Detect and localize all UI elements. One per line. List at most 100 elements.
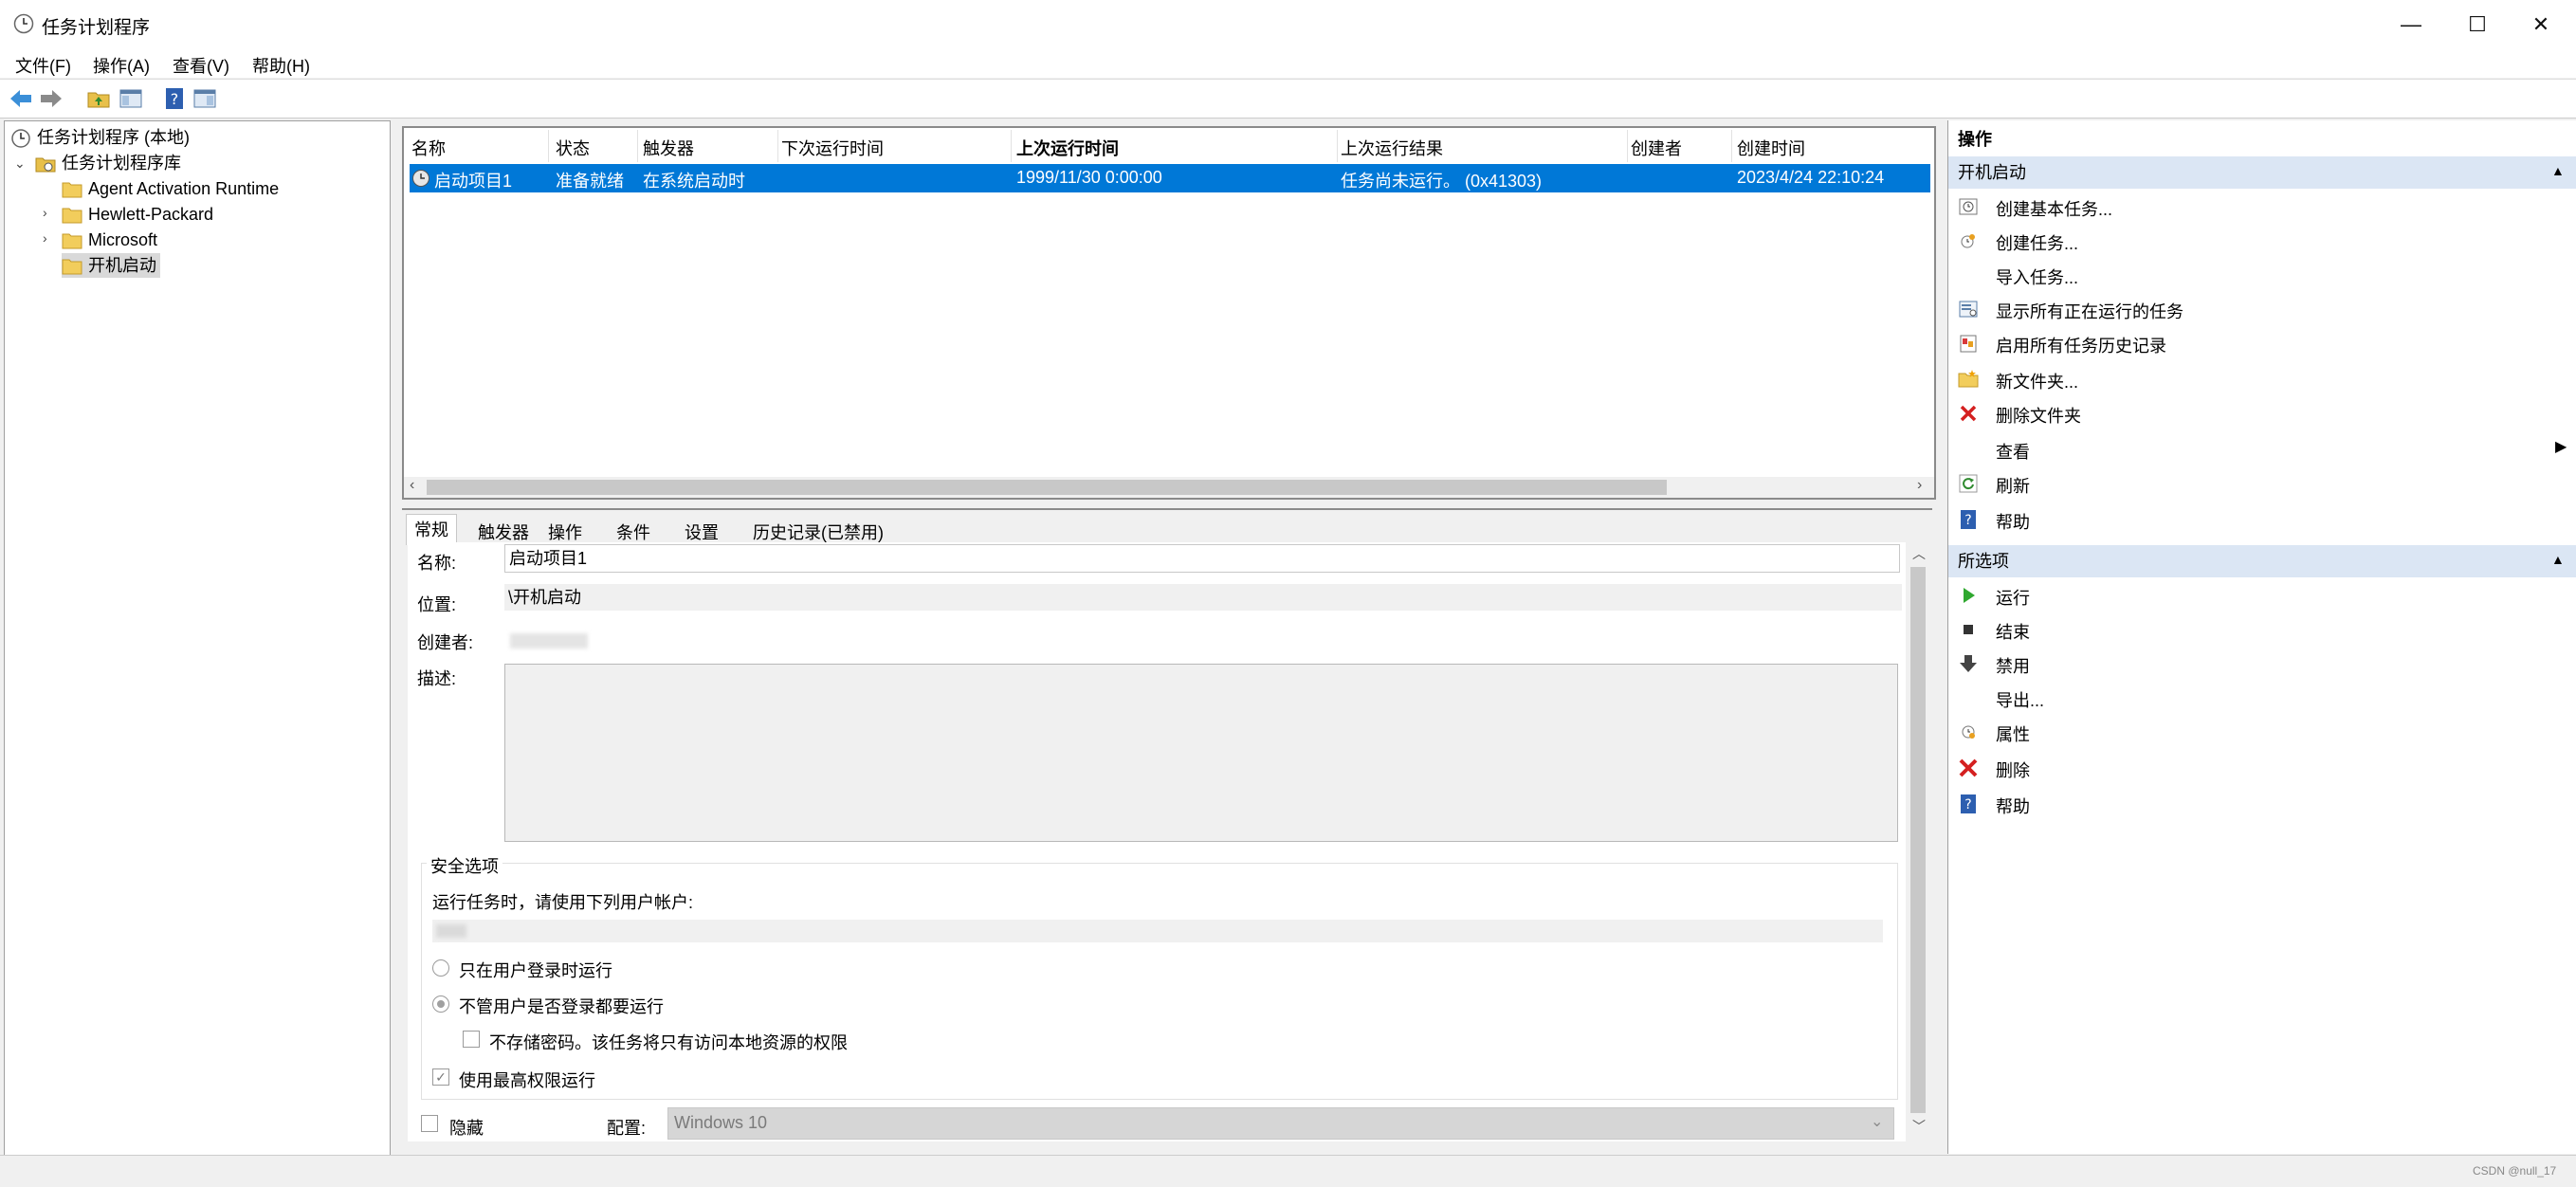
action-disable[interactable]: 禁用: [1996, 653, 2030, 678]
tree-folder-agent-activation[interactable]: Agent Activation Runtime: [62, 176, 279, 201]
scroll-up-icon[interactable]: ︿: [1912, 544, 1926, 563]
submenu-arrow-icon[interactable]: ▶: [2555, 437, 2567, 456]
action-run[interactable]: 运行: [1996, 585, 2030, 610]
tree-folder-microsoft[interactable]: Microsoft: [62, 228, 157, 252]
action-end[interactable]: 结束: [1996, 619, 2030, 644]
action-delete-folder[interactable]: 删除文件夹: [1996, 403, 2081, 428]
scroll-right-icon[interactable]: ›: [1917, 477, 1922, 494]
no-store-password-label: 不存储密码。该任务将只有访问本地资源的权限: [489, 1033, 848, 1052]
tree-folder-hewlett-packard[interactable]: Hewlett-Packard: [62, 202, 213, 227]
tree-root[interactable]: 任务计划程序 (本地): [10, 125, 190, 150]
folder-icon: [62, 182, 82, 198]
tab-general[interactable]: 常规: [406, 514, 457, 545]
menu-help[interactable]: 帮助(H): [252, 53, 310, 78]
action-delete[interactable]: 删除: [1996, 758, 2030, 782]
action-refresh[interactable]: 刷新: [1996, 473, 2030, 498]
menu-bar: 文件(F) 操作(A) 查看(V) 帮助(H): [0, 49, 2576, 78]
scroll-down-icon[interactable]: ﹀: [1912, 1117, 1926, 1136]
help-icon[interactable]: ?: [161, 85, 188, 112]
description-field[interactable]: [504, 664, 1898, 842]
action-export[interactable]: 导出...: [1996, 687, 2044, 712]
create-task-icon: [1961, 234, 1975, 248]
collapse-arrow-icon[interactable]: ▲: [2551, 155, 2565, 187]
folder-up-icon[interactable]: [85, 85, 112, 112]
action-properties[interactable]: 属性: [1996, 721, 2030, 746]
tree-library[interactable]: 任务计划程序库: [35, 151, 181, 175]
action-new-folder[interactable]: 新文件夹...: [1996, 369, 2078, 393]
security-options-title: 安全选项: [427, 853, 502, 878]
checkbox-no-store-password[interactable]: [463, 1031, 480, 1048]
show-hide-tree-icon[interactable]: [118, 85, 144, 112]
column-header-last-result[interactable]: 上次运行结果: [1341, 136, 1443, 160]
vertical-scrollbar[interactable]: ︿ ﹀: [1908, 544, 1928, 1136]
column-header-created[interactable]: 创建时间: [1737, 136, 1805, 160]
column-separator[interactable]: [1627, 130, 1628, 162]
column-separator[interactable]: [1011, 130, 1012, 162]
close-button[interactable]: ✕: [2508, 0, 2574, 49]
cell-last-result: 任务尚未运行。 (0x41303): [1341, 172, 1543, 191]
column-header-next-run[interactable]: 下次运行时间: [781, 136, 884, 160]
menu-action[interactable]: 操作(A): [93, 53, 150, 78]
action-enable-history[interactable]: 启用所有任务历史记录: [1996, 333, 2166, 357]
navigation-tree: 任务计划程序 (本地) ⌄ 任务计划程序库 Agent Activation R…: [4, 120, 391, 1156]
chevron-right-icon[interactable]: ›: [43, 205, 47, 220]
action-help[interactable]: 帮助: [1996, 509, 2030, 534]
column-separator[interactable]: [777, 130, 778, 162]
run-as-label: 运行任务时，请使用下列用户帐户:: [432, 893, 693, 912]
horizontal-scrollbar[interactable]: ‹ ›: [404, 477, 1934, 498]
properties-icon: [1962, 725, 1975, 739]
show-hide-action-pane-icon[interactable]: [192, 85, 218, 112]
column-header-status[interactable]: 状态: [556, 136, 590, 160]
cell-created: 2023/4/24 22:10:24: [1737, 168, 1885, 187]
action-create-basic-task[interactable]: 创建基本任务...: [1996, 196, 2112, 221]
tree-folder-startup[interactable]: 开机启动: [62, 253, 160, 278]
column-separator[interactable]: [637, 130, 638, 162]
chevron-down-icon[interactable]: ⌄: [14, 155, 26, 172]
forward-arrow-icon[interactable]: [38, 85, 64, 112]
tree-root-label: 任务计划程序 (本地): [37, 128, 190, 147]
minimize-button[interactable]: —: [2378, 0, 2444, 49]
task-list: 名称 状态 触发器 下次运行时间 上次运行时间 上次运行结果 创建者 创建时间 …: [402, 126, 1936, 500]
section-startup-header[interactable]: 开机启动 ▲: [1948, 156, 2576, 189]
clock-icon: [11, 129, 30, 148]
svg-text:?: ?: [171, 90, 179, 108]
menu-file[interactable]: 文件(F): [15, 53, 71, 78]
back-arrow-icon[interactable]: [8, 85, 34, 112]
column-separator[interactable]: [1731, 130, 1732, 162]
collapse-arrow-icon[interactable]: ▲: [2551, 543, 2565, 575]
column-header-last-run[interactable]: 上次运行时间: [1016, 136, 1119, 160]
table-row[interactable]: 启动项目1 准备就绪 在系统启动时 1999/11/30 0:00:00 任务尚…: [410, 164, 1930, 192]
action-create-task[interactable]: 创建任务...: [1996, 230, 2078, 255]
action-view[interactable]: 查看: [1996, 439, 2030, 464]
watermark-text: CSDN @null_17: [2473, 1164, 2557, 1178]
name-field[interactable]: 启动项目1: [504, 544, 1900, 573]
radio-always[interactable]: [432, 995, 449, 1013]
help-icon: ?: [1961, 510, 1976, 529]
maximize-button[interactable]: ☐: [2444, 0, 2511, 49]
chevron-right-icon[interactable]: ›: [43, 230, 47, 246]
delete-icon: [1960, 405, 1977, 422]
radio-logged-on[interactable]: [432, 959, 449, 977]
action-import-task[interactable]: 导入任务...: [1996, 265, 2078, 289]
column-separator[interactable]: [1337, 130, 1338, 162]
radio-logged-on-label: 只在用户登录时运行: [459, 961, 612, 980]
scrollbar-thumb[interactable]: [1910, 567, 1926, 1113]
run-as-user-field: [432, 920, 1883, 942]
toolbar: ?: [0, 79, 2576, 119]
scroll-left-icon[interactable]: ‹: [410, 477, 414, 494]
actions-header: 操作: [1958, 130, 1992, 149]
column-header-name[interactable]: 名称: [411, 136, 446, 160]
menu-view[interactable]: 查看(V): [173, 53, 229, 78]
column-header-trigger[interactable]: 触发器: [643, 136, 694, 160]
scrollbar-thumb[interactable]: [427, 480, 1667, 495]
enable-history-icon: [1960, 335, 1977, 353]
column-header-author[interactable]: 创建者: [1631, 136, 1682, 160]
action-show-running-tasks[interactable]: 显示所有正在运行的任务: [1996, 299, 2183, 323]
checkbox-highest-privileges[interactable]: ✓: [432, 1068, 449, 1086]
action-help-selected[interactable]: 帮助: [1996, 794, 2030, 818]
config-dropdown[interactable]: Windows 10 ⌄: [667, 1107, 1894, 1140]
folder-icon: [62, 233, 82, 249]
column-separator[interactable]: [548, 130, 549, 162]
section-selected-header[interactable]: 所选项 ▲: [1948, 545, 2576, 577]
checkbox-hidden[interactable]: [421, 1115, 438, 1132]
